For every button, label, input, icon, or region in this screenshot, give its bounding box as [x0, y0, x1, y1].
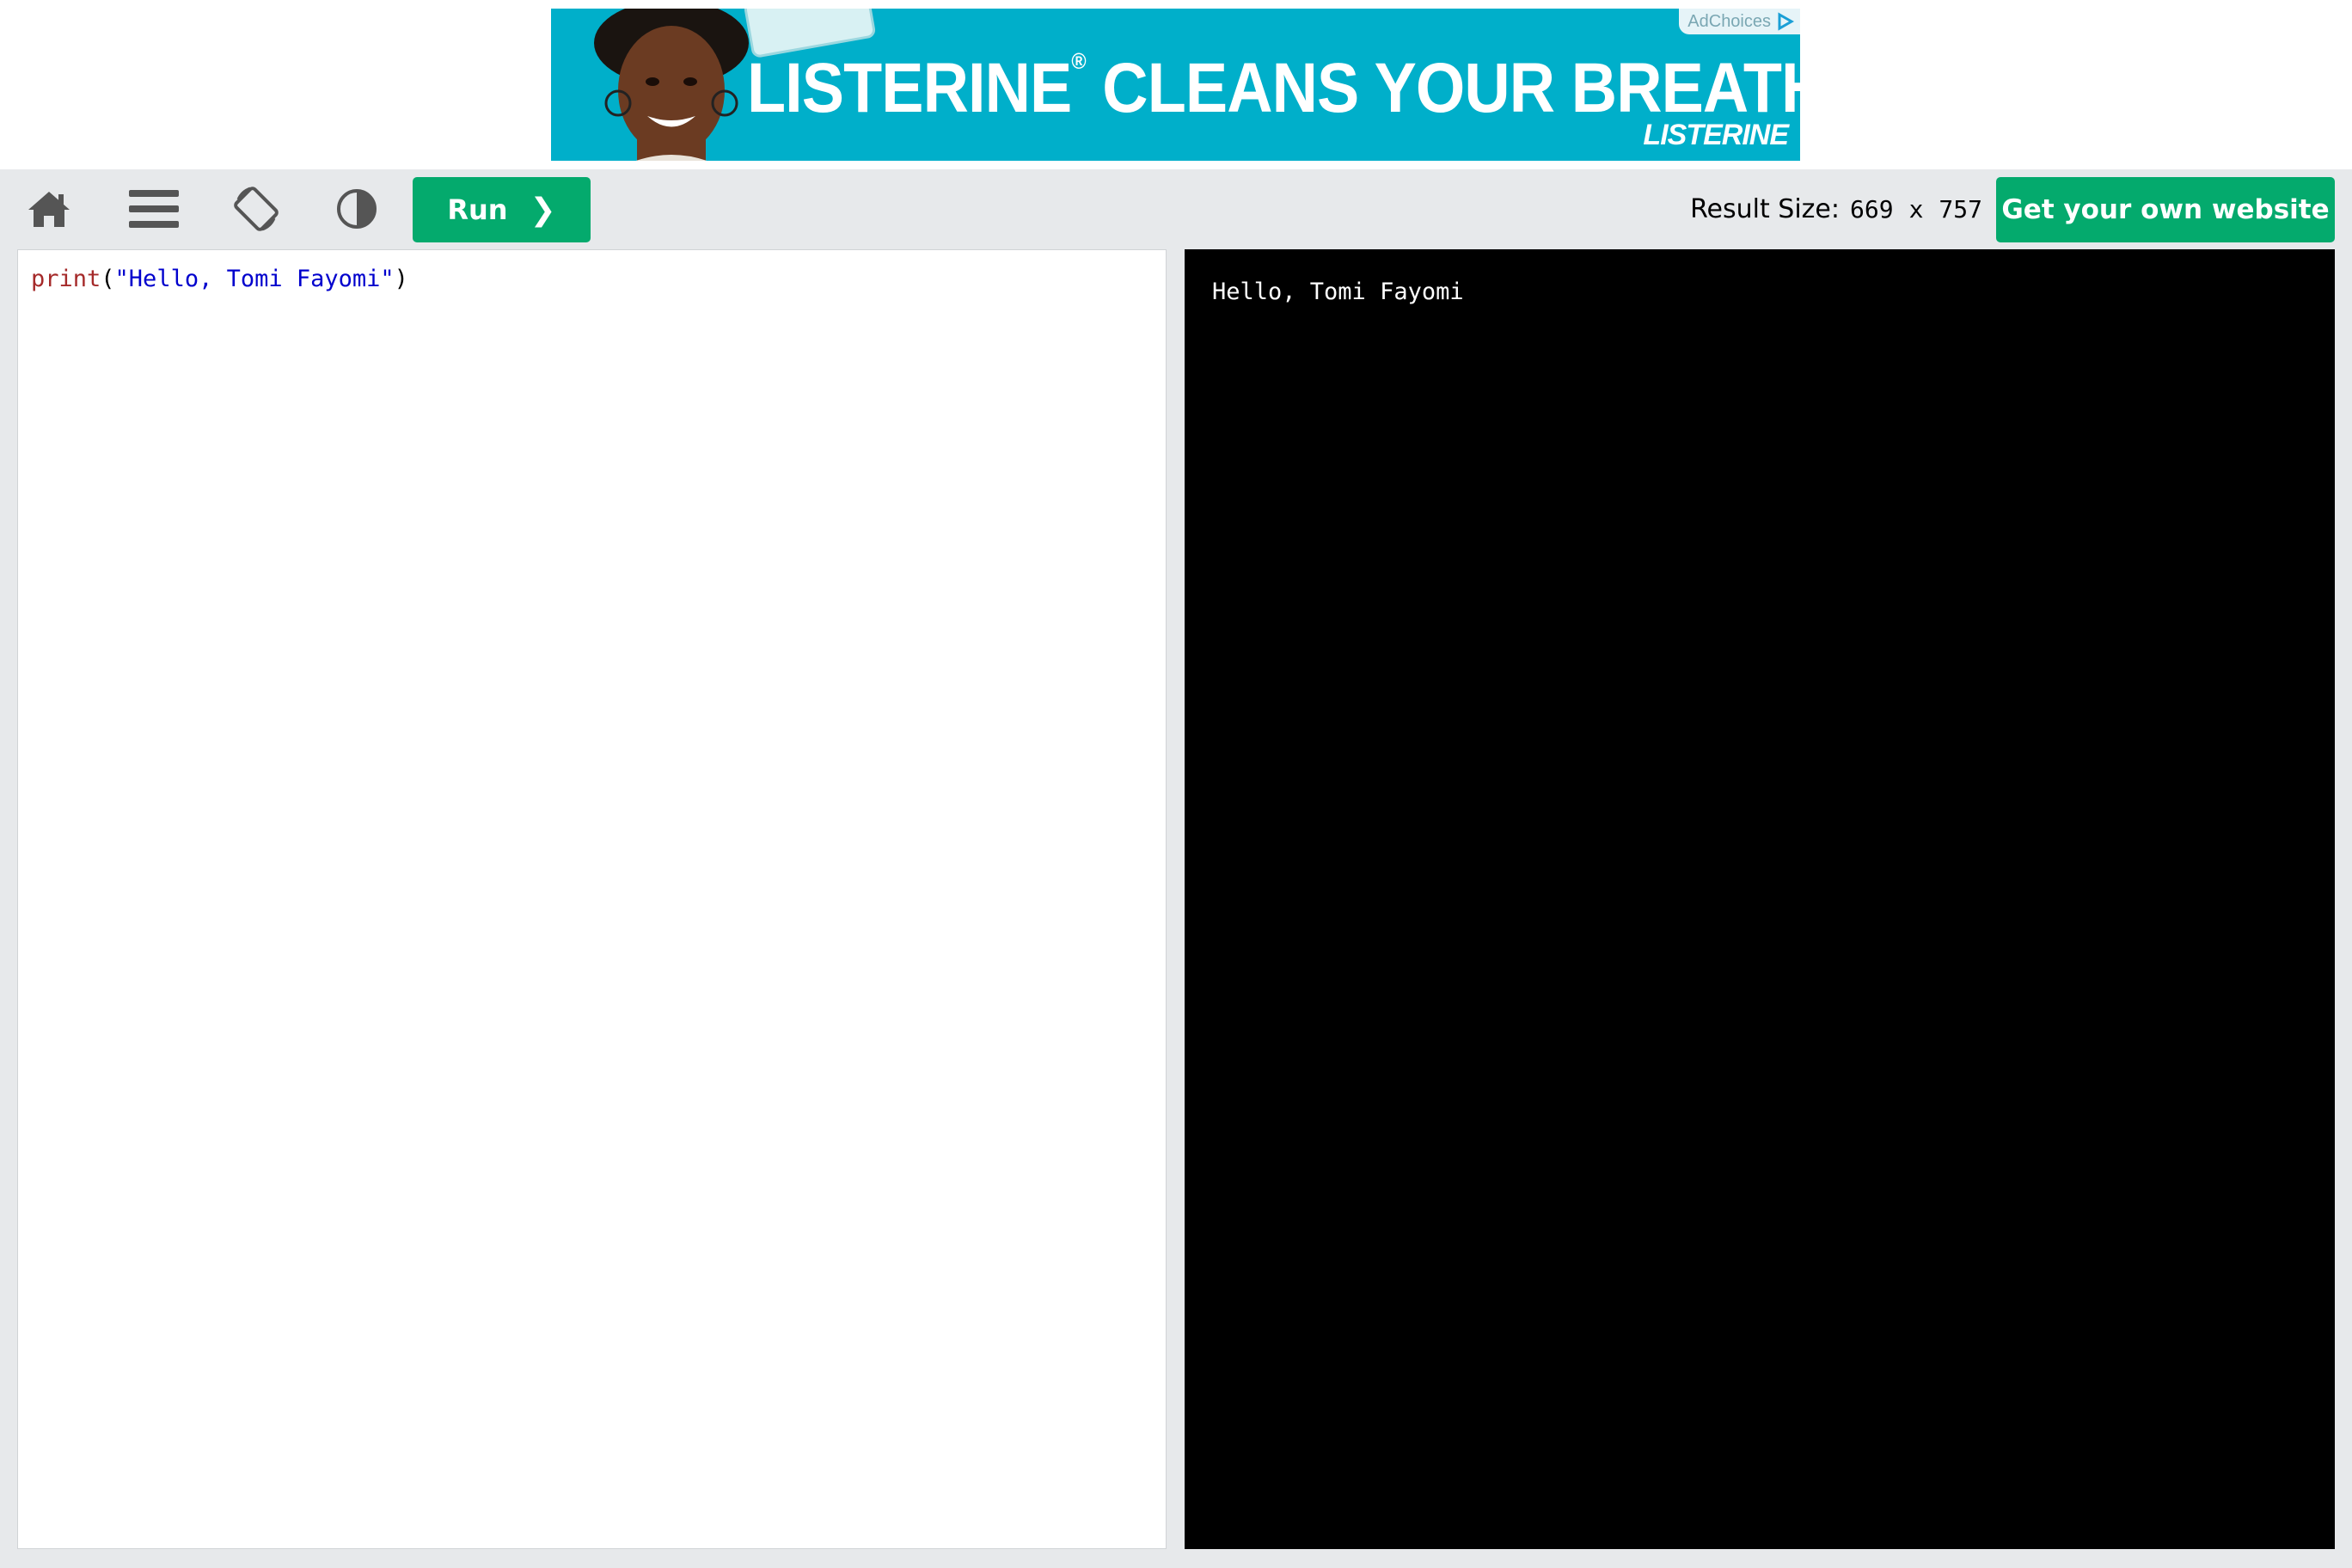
ad-banner[interactable]: LISTERINE® CLEANS YOUR BREATH LISTERINE … [551, 9, 1800, 161]
ad-choices-label: AdChoices [1687, 12, 1771, 31]
result-size: Result Size: 669 x 757 [1690, 169, 1982, 248]
code-paren-close: ) [394, 266, 408, 292]
run-button[interactable]: Run ❯ [413, 177, 591, 242]
contrast-icon[interactable] [327, 181, 387, 236]
ad-headline: LISTERINE® CLEANS YOUR BREATH [747, 48, 1800, 127]
result-size-label: Result Size: [1690, 193, 1840, 224]
result-x: x [1908, 194, 1924, 224]
get-your-own-website-button[interactable]: Get your own website [1996, 177, 2335, 242]
main-area: print("Hello, Tomi Fayomi") Hello, Tomi … [0, 248, 2352, 1568]
ad-brand-logo: LISTERINE [1643, 119, 1789, 151]
run-button-label: Run [447, 193, 508, 226]
code-function: print [31, 266, 101, 292]
result-height: 757 [1939, 194, 1982, 224]
toolbar: Run ❯ Result Size: 669 x 757 Get your ow… [0, 169, 2352, 248]
result-width: 669 [1849, 194, 1894, 224]
code-string: "Hello, Tomi Fayomi" [114, 266, 395, 292]
code-paren-open: ( [101, 266, 115, 292]
ad-person-image [594, 9, 749, 161]
menu-icon[interactable] [124, 181, 184, 236]
result-size-dimensions: 669 x 757 [1850, 195, 1982, 224]
chevron-right-icon: ❯ [530, 192, 556, 228]
ad-banner-area: LISTERINE® CLEANS YOUR BREATH LISTERINE … [0, 0, 2352, 169]
output-text: Hello, Tomi Fayomi [1212, 279, 1464, 305]
panel-resize-handle[interactable] [1167, 249, 1185, 1549]
ad-choices-icon [1778, 12, 1795, 31]
rotate-icon[interactable] [226, 181, 286, 236]
code-editor[interactable]: print("Hello, Tomi Fayomi") [17, 249, 1167, 1549]
ad-choices-link[interactable]: AdChoices [1679, 9, 1800, 34]
result-output: Hello, Tomi Fayomi [1185, 249, 2335, 1549]
home-icon[interactable] [19, 181, 79, 236]
